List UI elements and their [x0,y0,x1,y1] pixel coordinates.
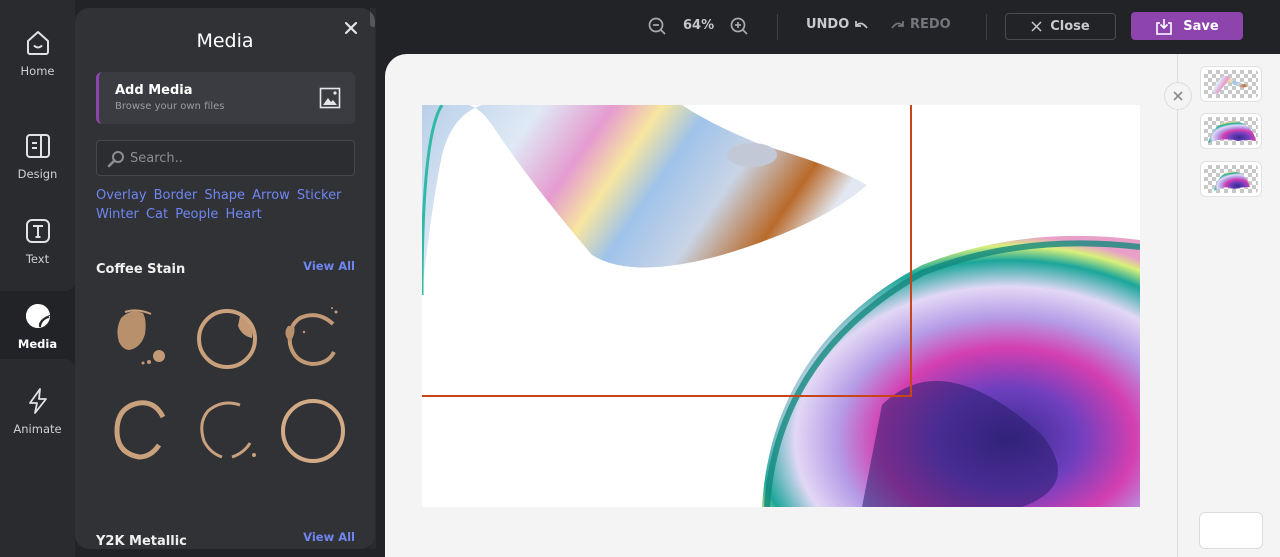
layers-divider [1177,54,1178,557]
layer-preview [1212,75,1252,94]
search-icon [107,151,124,168]
panel-scrollbar-thumb[interactable] [370,9,375,27]
save-label: Save [1183,18,1219,34]
tag-link[interactable]: People [175,207,218,222]
media-sticker-icon [25,303,50,328]
rail-item-text[interactable]: Text [0,198,75,283]
media-panel: Media Add Media Browse your own files Ov… [75,8,375,549]
coffee-stain-item[interactable] [107,304,177,374]
tag-link[interactable]: Border [154,188,198,203]
rail-item-design[interactable]: Design [0,113,75,198]
redo-label: REDO [910,17,951,32]
tag-link[interactable]: Shape [204,188,245,203]
add-media-title: Add Media [115,83,193,98]
tag-link[interactable]: Overlay [96,188,147,203]
section-title: Y2K Metallic [96,534,187,549]
rail-item-home[interactable]: Home [0,10,75,95]
undo-icon [855,20,868,29]
image-icon [319,87,341,109]
editor-app: Home Design Text Media Animate Media Add… [0,0,1280,557]
close-label: Close [1050,19,1090,34]
design-icon [25,133,50,158]
rail-item-animate[interactable]: Animate [0,368,75,453]
tag-link[interactable]: Winter [96,207,139,222]
layer-thumbnail[interactable] [1200,66,1262,102]
rail-label: Media [17,336,58,351]
redo-button[interactable]: REDO [890,17,951,32]
toolbar-divider [986,14,987,40]
close-icon[interactable] [343,20,359,36]
download-icon [1156,18,1173,35]
rail-label: Animate [13,421,62,436]
coffee-stain-item[interactable] [192,304,262,374]
rail-label: Design [17,166,58,181]
coffee-stain-item[interactable] [278,304,348,374]
zoom-level: 64% [683,18,715,33]
undo-button[interactable]: UNDO [806,17,869,32]
toolbar-divider [777,14,778,40]
artboard-graphics [422,105,1140,507]
coffee-stain-item[interactable] [192,395,262,465]
panel-title: Media [196,30,254,52]
add-media-subtitle: Browse your own files [115,101,225,112]
layer-thumbnail[interactable] [1200,161,1262,197]
metallic-wave-shape [422,105,867,295]
tag-link[interactable]: Cat [146,207,168,222]
zoom-in-icon[interactable] [729,16,749,36]
close-icon [1173,91,1183,101]
add-media-button[interactable]: Add Media Browse your own files [96,72,355,124]
layer-preview [1208,121,1256,143]
undo-label: UNDO [806,17,850,32]
redo-icon [891,20,904,29]
home-icon [26,30,49,55]
text-icon [25,218,50,243]
coffee-stain-item[interactable] [278,395,348,465]
save-button[interactable]: Save [1131,12,1243,40]
tag-list: Overlay Border Shape Arrow Sticker Winte… [96,185,356,223]
close-button[interactable]: Close [1005,13,1116,40]
zoom-out-icon[interactable] [647,16,667,36]
left-rail: Home Design Text Media Animate [0,0,75,557]
rail-label: Text [25,251,50,266]
layer-preview [1214,171,1250,191]
layers-close-button[interactable] [1164,82,1192,110]
layer-thumbnail[interactable] [1200,113,1262,149]
coffee-stain-item[interactable] [107,395,177,465]
lightning-icon [28,387,47,414]
search-field [96,140,355,176]
view-all-link[interactable]: View All [303,530,355,544]
rail-item-media[interactable]: Media [0,283,75,368]
view-all-link[interactable]: View All [303,259,355,273]
canvas-workspace [385,54,1280,557]
search-input[interactable] [130,141,350,175]
rail-label: Home [20,63,55,78]
artboard[interactable] [422,105,1140,507]
section-title: Coffee Stain [96,262,186,277]
add-page-thumbnail[interactable] [1199,512,1263,549]
close-icon [1031,21,1042,32]
tag-link[interactable]: Sticker [297,188,342,203]
tag-link[interactable]: Heart [225,207,261,222]
top-toolbar: 64% UNDO REDO Close Save [380,0,1280,54]
tag-link[interactable]: Arrow [252,188,290,203]
